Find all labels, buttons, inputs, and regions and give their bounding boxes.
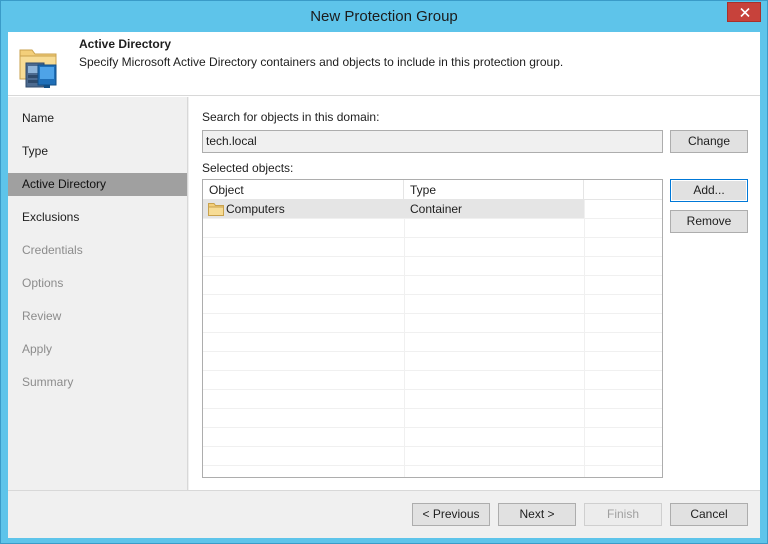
row-divider — [203, 275, 662, 276]
previous-button[interactable]: < Previous — [412, 503, 490, 526]
cell-object: Computers — [226, 202, 285, 216]
nav-step-review: Review — [22, 309, 62, 323]
row-divider — [203, 256, 662, 257]
selected-objects-label: Selected objects: — [202, 161, 294, 175]
nav-step-type[interactable]: Type — [8, 140, 187, 163]
window-title: New Protection Group — [310, 8, 458, 25]
nav-step-name[interactable]: Name — [8, 107, 187, 130]
cell-type: Container — [410, 202, 463, 216]
list-header: Object Type — [203, 180, 662, 200]
selected-objects-list[interactable]: Object Type Computers Container — [202, 179, 663, 478]
add-button[interactable]: Add... — [670, 179, 748, 202]
row-divider — [203, 370, 662, 371]
nav-step-credentials: Credentials — [22, 243, 83, 257]
wizard-body: Name Type Active Directory Exclusions Cr… — [8, 97, 760, 538]
wizard-client: Active Directory Specify Microsoft Activ… — [8, 32, 760, 538]
close-icon — [740, 8, 750, 17]
column-header-type[interactable]: Type — [404, 180, 584, 200]
domain-field[interactable]: tech.local — [202, 130, 663, 153]
nav-step-apply: Apply — [22, 342, 53, 356]
main-panel: Search for objects in this domain: tech.… — [189, 97, 760, 490]
next-button[interactable]: Next > — [498, 503, 576, 526]
row-divider — [203, 237, 662, 238]
row-divider — [203, 408, 662, 409]
row-divider — [203, 294, 662, 295]
nav-step-active-directory[interactable]: Active Directory — [8, 173, 187, 196]
cancel-button[interactable]: Cancel — [670, 503, 748, 526]
header-description: Specify Microsoft Active Directory conta… — [79, 55, 564, 69]
row-divider — [203, 332, 662, 333]
wizard-steps-nav: Name Type Active Directory Exclusions Cr… — [8, 97, 188, 490]
wizard-window: New Protection Group Active Directory Sp… — [0, 0, 768, 544]
row-divider — [203, 351, 662, 352]
wizard-header: Active Directory Specify Microsoft Activ… — [8, 32, 760, 96]
header-title: Active Directory — [79, 37, 172, 51]
change-button[interactable]: Change — [670, 130, 748, 153]
title-bar[interactable]: New Protection Group — [1, 1, 767, 32]
active-directory-icon — [19, 49, 57, 88]
row-divider — [203, 427, 662, 428]
nav-step-summary: Summary — [22, 375, 74, 389]
row-divider — [203, 465, 662, 466]
column-divider — [404, 200, 405, 477]
column-divider — [584, 200, 585, 477]
row-divider — [203, 446, 662, 447]
search-domain-label: Search for objects in this domain: — [202, 110, 380, 124]
nav-step-options: Options — [22, 276, 64, 290]
folder-icon — [208, 203, 224, 216]
finish-button: Finish — [584, 503, 662, 526]
row-divider — [203, 218, 662, 219]
remove-button[interactable]: Remove — [670, 210, 748, 233]
column-header-object[interactable]: Object — [203, 180, 404, 200]
wizard-footer: < Previous Next > Finish Cancel — [8, 490, 760, 538]
nav-step-exclusions[interactable]: Exclusions — [8, 206, 187, 229]
row-divider — [203, 389, 662, 390]
close-button[interactable] — [727, 2, 761, 22]
row-divider — [203, 313, 662, 314]
